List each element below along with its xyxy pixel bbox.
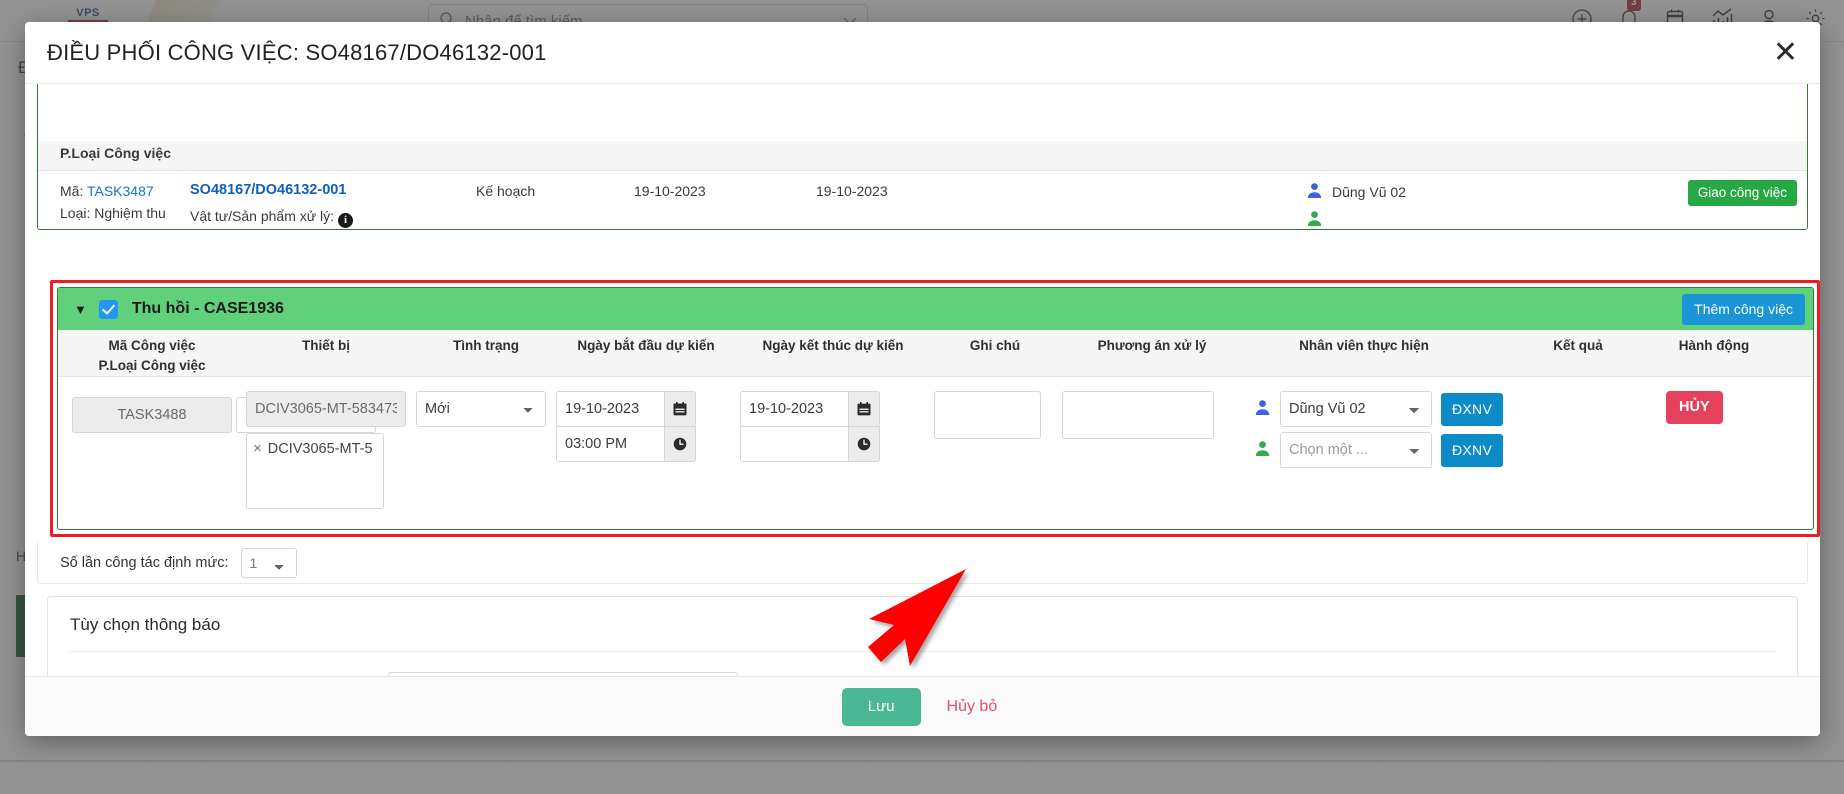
column-header-device: Thiết bị xyxy=(302,338,350,353)
quota-select[interactable]: 1 xyxy=(240,547,297,578)
modal-title: ĐIỀU PHỐI CÔNG VIỆC: SO48167/DO46132-001 xyxy=(47,39,547,65)
column-header-status: Tình trạng xyxy=(453,338,519,353)
user-icon xyxy=(1254,440,1271,460)
start-date-input[interactable] xyxy=(556,391,664,427)
column-header-action: Hành động xyxy=(1678,338,1750,353)
handling-plan-textarea[interactable] xyxy=(1062,391,1214,439)
subtask-group-header: ▼ Thu hồi - CASE1936 Thêm công việc xyxy=(58,288,1813,330)
parent-assignee-secondary xyxy=(1306,210,1323,229)
parent-start-date: 19-10-2023 xyxy=(634,183,706,199)
cell-status: Mới xyxy=(416,391,546,427)
modal-header: ĐIỀU PHỐI CÔNG VIỆC: SO48167/DO46132-001… xyxy=(25,22,1820,84)
device-tag-chip[interactable]: × DCIV3065-MT-5 xyxy=(253,440,373,457)
subtask-group-card: ▼ Thu hồi - CASE1936 Thêm công việc Mã C… xyxy=(57,287,1814,530)
cell-action: HỦY xyxy=(1666,391,1723,424)
calendar-icon[interactable] xyxy=(664,391,696,427)
cell-device: × DCIV3065-MT-5 xyxy=(246,391,406,509)
parent-task-code: Mã: TASK3487 xyxy=(60,183,154,199)
parent-column-header-type: P.Loại Công việc xyxy=(60,145,171,161)
column-header-handling-plan: Phương án xử lý xyxy=(1097,338,1207,353)
parent-plan-type: Kế hoạch xyxy=(476,183,536,199)
dispatch-work-modal: ĐIỀU PHỐI CÔNG VIỆC: SO48167/DO46132-001… xyxy=(25,22,1820,736)
cell-result xyxy=(1528,391,1628,427)
note-textarea[interactable] xyxy=(934,391,1041,439)
notification-recipient-input[interactable] xyxy=(388,672,738,676)
column-header-start-date: Ngày bắt đầu dự kiến xyxy=(577,338,715,353)
modal-body: P.Loại Công việc Mã: TASK3487 Loại: Nghi… xyxy=(25,84,1820,676)
staff-row-secondary: Chọn một ... ĐXNV xyxy=(1254,432,1504,468)
assign-work-button[interactable]: Giao công việc xyxy=(1687,180,1797,206)
start-date-group xyxy=(556,391,696,427)
notification-recipient-label: Người nhận thông báo xyxy=(70,672,388,676)
chevron-down-icon[interactable]: ▼ xyxy=(74,302,87,317)
start-time-input[interactable] xyxy=(556,426,664,462)
user-icon xyxy=(1306,211,1323,229)
task-code-input xyxy=(72,397,232,433)
status-select[interactable]: Mới xyxy=(416,391,546,427)
device-readonly-input xyxy=(246,391,406,427)
suggest-staff-button-secondary[interactable]: ĐXNV xyxy=(1441,433,1504,467)
parent-task-card: P.Loại Công việc Mã: TASK3487 Loại: Nghi… xyxy=(37,84,1808,230)
user-icon xyxy=(1254,399,1271,419)
parent-task-type: Loại: Nghiệm thu xyxy=(60,205,166,221)
column-header-note: Ghi chú xyxy=(969,338,1021,353)
parent-material-text: Vật tư/Sản phẩm xử lý: xyxy=(190,208,335,224)
subtask-table-header: Mã Công việc P.Loại Công việc Thiết bị T… xyxy=(58,330,1813,377)
staff-select-secondary[interactable]: Chọn một ... xyxy=(1280,432,1432,468)
save-button[interactable]: Lưu xyxy=(841,687,921,726)
notification-options-card: Tùy chọn thông báo Người nhận thông báo … xyxy=(47,596,1798,676)
divider xyxy=(70,651,1775,652)
parent-task-header-row: P.Loại Công việc xyxy=(38,141,1807,171)
subtask-group-title: Thu hồi - CASE1936 xyxy=(131,300,284,317)
parent-material-label: Vật tư/Sản phẩm xử lý: i xyxy=(190,208,354,228)
quota-label: Số lần công tác định mức: xyxy=(60,554,229,571)
parent-assignee: Dũng Vũ 02 xyxy=(1306,182,1406,202)
parent-task-code-value[interactable]: TASK3487 xyxy=(87,183,154,199)
cell-note xyxy=(934,391,1041,444)
parent-assignee-name: Dũng Vũ 02 xyxy=(1332,184,1406,200)
cancel-button[interactable]: Hủy bỏ xyxy=(941,697,1004,717)
notification-options-title: Tùy chọn thông báo xyxy=(70,615,221,634)
close-icon[interactable]: ✕ xyxy=(1773,37,1798,68)
info-icon[interactable]: i xyxy=(338,213,354,228)
quota-band: Số lần công tác định mức: 1 xyxy=(37,542,1808,584)
end-date-input[interactable] xyxy=(740,391,848,427)
add-task-button[interactable]: Thêm công việc xyxy=(1682,293,1805,325)
staff-row-primary: Dũng Vũ 02 ĐXNV xyxy=(1254,391,1504,427)
user-icon xyxy=(1306,182,1323,202)
column-header-staff: Nhân viên thực hiện xyxy=(1299,338,1429,353)
cancel-task-button[interactable]: HỦY xyxy=(1666,391,1723,424)
device-tag-select[interactable]: × DCIV3065-MT-5 xyxy=(246,433,384,509)
end-time-group xyxy=(740,426,880,462)
parent-task-code-prefix: Mã: xyxy=(60,183,87,199)
modal-footer: Lưu Hủy bỏ xyxy=(25,676,1820,736)
start-time-group xyxy=(556,426,696,462)
close-icon[interactable]: × xyxy=(253,440,262,457)
device-tag-label: DCIV3065-MT-5 xyxy=(267,440,373,457)
cell-end-datetime xyxy=(740,391,880,462)
end-time-input[interactable] xyxy=(740,426,848,462)
end-date-group xyxy=(740,391,880,427)
parent-task-row: Mã: TASK3487 Loại: Nghiệm thu SO48167/DO… xyxy=(38,172,1807,229)
cell-staff: Dũng Vũ 02 ĐXNV Chọn một ... ĐXNV xyxy=(1254,391,1504,468)
notification-recipient-row: Người nhận thông báo xyxy=(70,672,1775,676)
clock-icon[interactable] xyxy=(664,426,696,462)
clock-icon[interactable] xyxy=(848,426,880,462)
staff-select-primary[interactable]: Dũng Vũ 02 xyxy=(1280,391,1432,427)
column-header-result: Kết quả xyxy=(1553,338,1603,353)
suggest-staff-button-primary[interactable]: ĐXNV xyxy=(1441,392,1504,426)
parent-order-link[interactable]: SO48167/DO46132-001 xyxy=(190,182,346,198)
subtask-table-row: Thu hồi × DCIV3065-MT-5 xyxy=(58,377,1813,509)
calendar-icon[interactable] xyxy=(848,391,880,427)
column-header-task-code: Mã Công việc P.Loại Công việc xyxy=(98,338,206,373)
subtask-group-checkbox[interactable] xyxy=(98,299,118,319)
cell-start-datetime xyxy=(556,391,696,462)
parent-end-date: 19-10-2023 xyxy=(816,183,888,199)
column-header-end-date: Ngày kết thúc dự kiến xyxy=(762,338,904,353)
cell-handling-plan xyxy=(1062,391,1214,444)
